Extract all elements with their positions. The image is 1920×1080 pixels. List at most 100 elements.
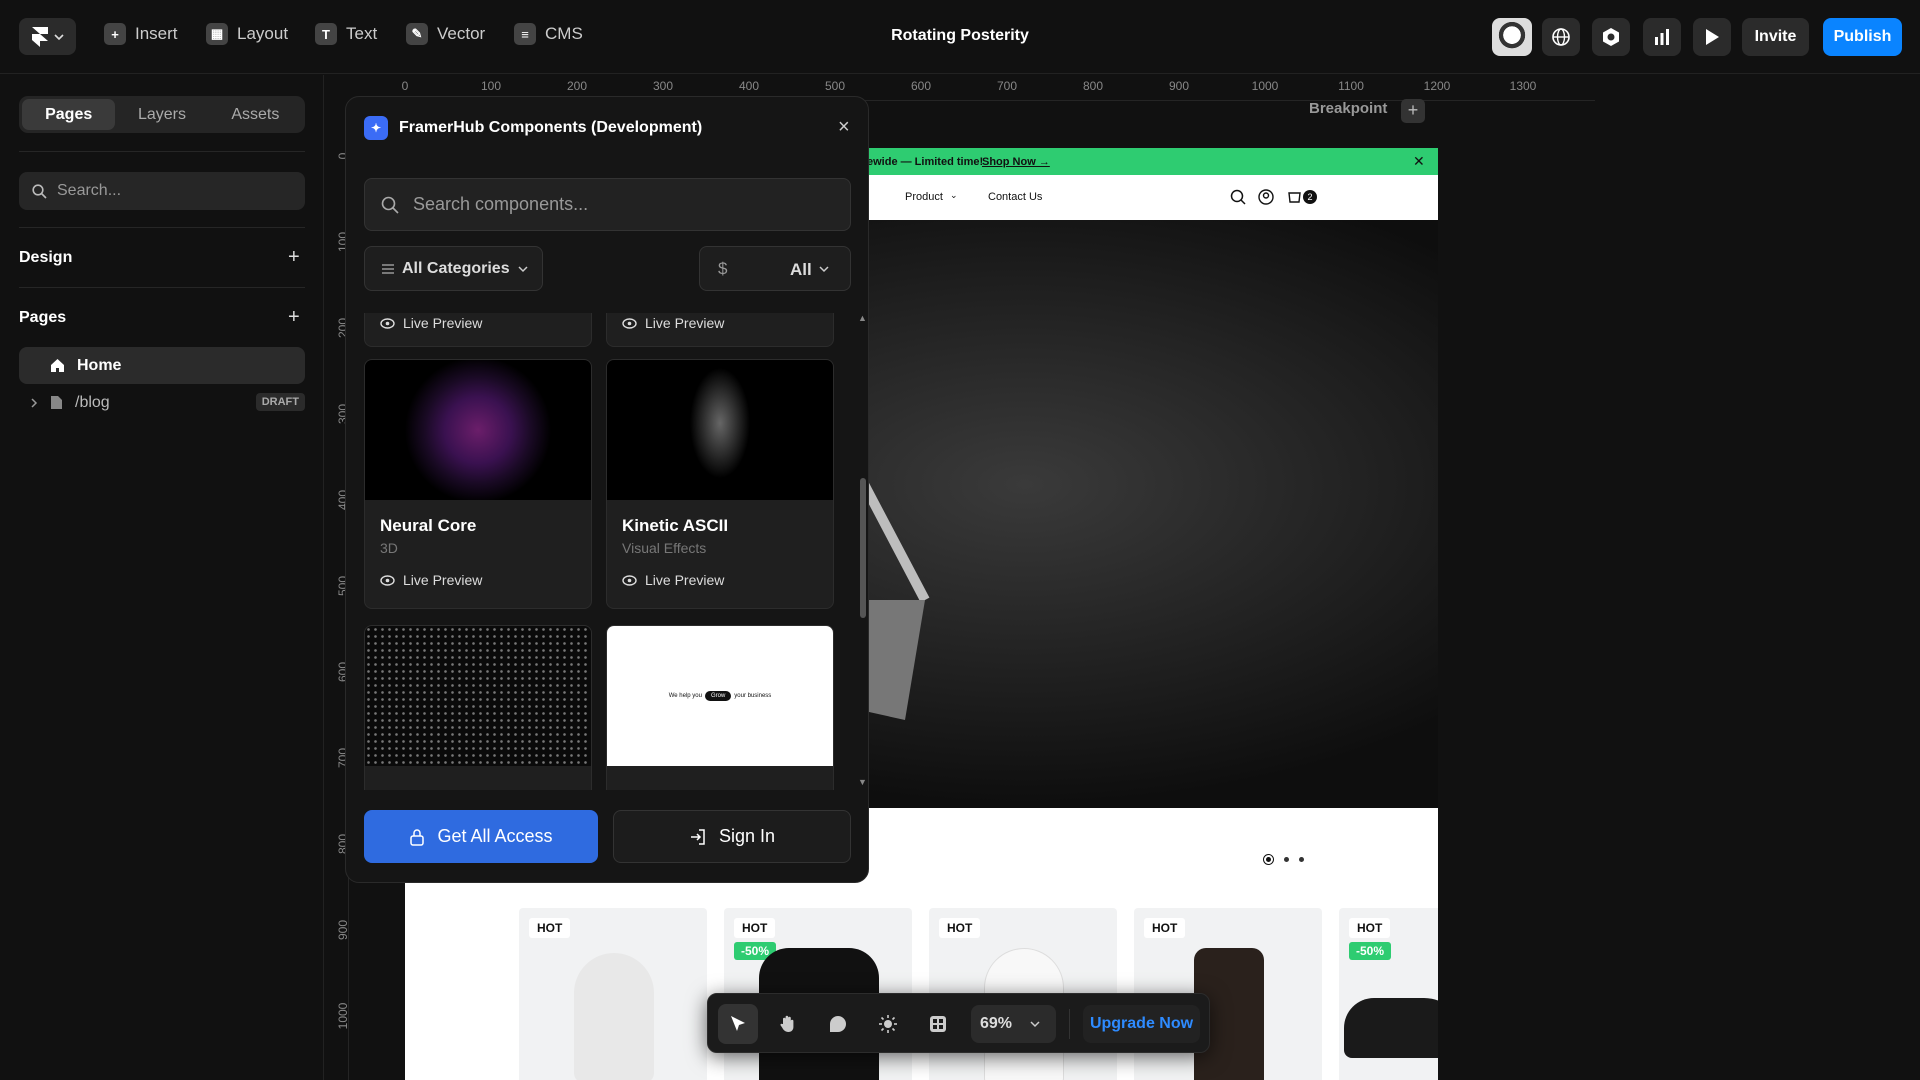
product-card[interactable]: HOT — [519, 908, 707, 1080]
framer-logo-icon — [31, 26, 48, 47]
text-icon: T — [315, 23, 337, 45]
chevron-down-icon — [1030, 1021, 1040, 1028]
sign-in-icon — [690, 828, 705, 845]
sign-in-button[interactable]: Sign In — [613, 810, 851, 863]
live-preview-link[interactable]: Live Preview — [380, 572, 482, 588]
layout-tool[interactable]: ▦ Layout — [206, 23, 288, 45]
chevron-down-icon: ⌄ — [950, 190, 958, 200]
sidebar-item-home[interactable]: Home — [19, 347, 305, 384]
publish-button[interactable]: Publish — [1823, 18, 1902, 56]
banner-close-icon[interactable]: ✕ — [1413, 153, 1425, 170]
design-section-title: Design — [19, 249, 73, 266]
nav-item-contact[interactable]: Contact Us — [988, 191, 1042, 203]
add-design-button[interactable]: + — [288, 247, 300, 267]
select-tool-button[interactable] — [718, 1004, 758, 1044]
component-card-neural-core[interactable]: Neural Core 3D Live Preview — [364, 359, 592, 609]
component-card[interactable]: Live Preview — [606, 313, 834, 347]
cms-tool[interactable]: ≡ CMS — [514, 23, 583, 45]
live-preview-link[interactable]: Live Preview — [622, 572, 724, 588]
hot-badge: HOT — [529, 918, 571, 938]
upgrade-now-button[interactable]: Upgrade Now — [1083, 1005, 1200, 1043]
ruler-tick: 600 — [910, 79, 932, 93]
text-tool[interactable]: T Text — [315, 23, 377, 45]
insert-tool[interactable]: + Insert — [104, 23, 178, 45]
theme-toggle-button[interactable] — [868, 1004, 908, 1044]
carousel-dot-active[interactable] — [1263, 854, 1274, 865]
sidebar-search-input[interactable]: Search... — [19, 172, 305, 210]
category-dropdown[interactable]: All Categories — [364, 246, 543, 291]
carousel-dots — [1263, 854, 1304, 865]
search-icon[interactable] — [1230, 189, 1246, 205]
component-card-kinetic-ascii[interactable]: Kinetic ASCII Visual Effects Live Previe… — [606, 359, 834, 609]
chevron-right-icon — [31, 397, 38, 408]
component-name: Neural Core — [380, 516, 477, 535]
get-all-access-button[interactable]: Get All Access — [364, 810, 598, 863]
carousel-dot[interactable] — [1284, 857, 1289, 862]
hand-tool-button[interactable] — [768, 1004, 808, 1044]
globe-button[interactable] — [1542, 18, 1580, 56]
carousel-dot[interactable] — [1299, 857, 1304, 862]
component-card[interactable]: Live Preview — [364, 313, 592, 347]
ruler-tick: 1100 — [1338, 79, 1364, 93]
ruler-tick: 900 — [336, 919, 350, 941]
play-icon — [1706, 29, 1719, 45]
live-preview-link[interactable]: Live Preview — [380, 315, 482, 331]
home-icon — [51, 359, 64, 372]
banner-text: ewide — Limited time! — [867, 155, 984, 168]
database-icon: ≡ — [514, 23, 536, 45]
invite-button[interactable]: Invite — [1742, 18, 1809, 56]
sidebar-tabs: Pages Layers Assets — [19, 96, 305, 133]
ruler-tick: 900 — [1168, 79, 1190, 93]
ruler-tick: 1000 — [336, 1002, 350, 1030]
panel-scrollbar[interactable]: ▲ ▼ — [857, 313, 868, 790]
sale-badge: -50% — [1349, 942, 1392, 960]
product-card[interactable]: HOT -50% — [1339, 908, 1438, 1080]
vector-tool[interactable]: ✎ Vector — [406, 23, 485, 45]
tab-pages[interactable]: Pages — [22, 99, 116, 130]
nav-item-product[interactable]: Product — [905, 191, 943, 203]
eye-icon — [380, 574, 395, 586]
chevron-down-icon — [819, 266, 829, 273]
sidebar-item-blog[interactable]: /blog DRAFT — [19, 386, 305, 419]
comment-tool-button[interactable] — [818, 1004, 858, 1044]
component-category: 3D — [380, 540, 398, 556]
price-filter-dropdown[interactable]: $ All — [699, 246, 851, 291]
add-page-button[interactable]: + — [288, 307, 300, 327]
component-card[interactable]: We help you Grow your business — [606, 625, 834, 790]
top-toolbar: + Insert ▦ Layout T Text ✎ Vector ≡ CMS Rotat… — [0, 0, 1920, 74]
scroll-up-icon[interactable]: ▲ — [858, 313, 867, 323]
zoom-dropdown[interactable]: 69% — [971, 1005, 1056, 1043]
hot-badge: HOT — [734, 918, 776, 938]
divider — [1069, 1009, 1070, 1039]
scroll-down-icon[interactable]: ▼ — [858, 777, 867, 787]
tab-assets[interactable]: Assets — [209, 99, 302, 130]
eye-icon — [622, 317, 637, 329]
add-breakpoint-button[interactable]: + — [1401, 99, 1425, 123]
ruler-tick: 0 — [401, 79, 409, 93]
kinetic-ascii-thumbnail — [607, 360, 833, 500]
hot-badge: HOT — [1349, 918, 1391, 938]
framerhub-panel: ✦ FramerHub Components (Development) × S… — [345, 96, 869, 883]
live-preview-link[interactable]: Live Preview — [622, 315, 724, 331]
framer-menu-button[interactable] — [19, 18, 76, 55]
cart-icon[interactable] — [1287, 189, 1302, 204]
glove-image — [574, 953, 654, 1080]
preview-button[interactable] — [1693, 18, 1731, 56]
component-card[interactable] — [364, 625, 592, 790]
lock-icon — [410, 828, 425, 846]
comment-icon — [830, 1016, 846, 1032]
eye-icon — [622, 574, 637, 586]
pages-section-title: Pages — [19, 309, 67, 326]
plus-square-icon: + — [104, 23, 126, 45]
close-icon[interactable]: × — [838, 116, 850, 139]
analytics-button[interactable] — [1643, 18, 1681, 56]
scrollbar-thumb[interactable] — [860, 478, 866, 618]
settings-button[interactable] — [1592, 18, 1630, 56]
plugins-button[interactable] — [918, 1004, 958, 1044]
layout-icon: ▦ — [206, 23, 228, 45]
tab-layers[interactable]: Layers — [115, 99, 208, 130]
banner-shop-link[interactable]: Shop Now → — [982, 156, 1050, 168]
user-icon[interactable] — [1258, 189, 1274, 205]
user-avatar[interactable] — [1492, 18, 1532, 56]
component-search-input[interactable]: Search components... — [364, 178, 851, 231]
